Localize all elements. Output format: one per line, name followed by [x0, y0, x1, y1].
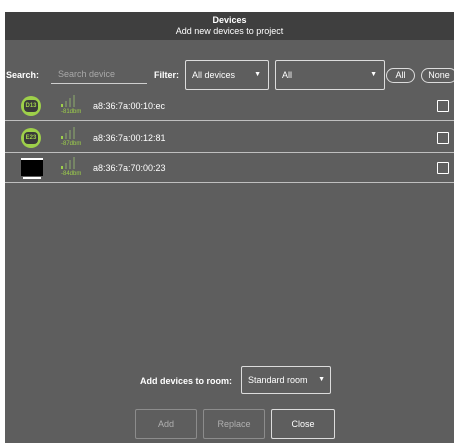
signal-bar [73, 157, 75, 169]
dialog-header: Devices Add new devices to project [5, 12, 454, 40]
dialog-subtitle: Add new devices to project [175, 26, 284, 36]
signal-bar [65, 163, 67, 169]
signal-bar [69, 160, 71, 169]
secondary-filter-select[interactable]: All ▼ [275, 60, 385, 90]
device-mac-address: a8:36:7a:70:00:23 [93, 163, 166, 173]
filter-label: Filter: [154, 70, 180, 80]
device-checkbox[interactable] [437, 162, 449, 174]
device-row[interactable]: E23 -87dbm a8:36:7a:00:12:81 [5, 122, 454, 153]
signal-strength-icon [61, 95, 81, 107]
add-button[interactable]: Add [135, 409, 197, 439]
signal-dbm: -87dbm [61, 141, 82, 147]
signal-bar [61, 136, 63, 139]
search-input[interactable] [51, 64, 147, 84]
signal-bar [73, 95, 75, 107]
tv-icon [21, 158, 43, 179]
signal-bar [61, 166, 63, 169]
d13-device-icon: D13 [21, 96, 41, 116]
secondary-filter-select-value: All [282, 70, 293, 80]
filter-bar: Search: Filter: All devices ▼ All ▼ All … [5, 60, 454, 90]
device-icon-label: E23 [24, 132, 38, 144]
room-select-value: Standard room [248, 375, 308, 385]
chevron-down-icon: ▼ [254, 71, 261, 78]
device-row[interactable]: -84dbm a8:36:7a:70:00:23 [5, 152, 454, 183]
signal-bar [65, 101, 67, 107]
signal-strength-icon [61, 157, 81, 169]
close-button[interactable]: Close [271, 409, 335, 439]
signal-strength-icon [61, 127, 81, 139]
device-mac-address: a8:36:7a:00:10:ec [93, 101, 166, 111]
device-checkbox[interactable] [437, 100, 449, 112]
device-type-select[interactable]: All devices ▼ [185, 60, 269, 90]
device-icon-label: D13 [24, 100, 38, 112]
device-mac-address: a8:36:7a:00:12:81 [93, 133, 166, 143]
replace-button[interactable]: Replace [203, 409, 265, 439]
signal-bar [61, 104, 63, 107]
chevron-down-icon: ▼ [370, 71, 377, 78]
chevron-down-icon: ▼ [318, 376, 325, 383]
select-none-button[interactable]: None [421, 68, 454, 83]
dialog-title: Devices [212, 15, 247, 25]
signal-bar [69, 98, 71, 107]
room-label: Add devices to room: [140, 376, 233, 386]
signal-dbm: -81dbm [61, 109, 82, 115]
e23-device-icon: E23 [21, 128, 41, 148]
signal-bar [73, 127, 75, 139]
device-checkbox[interactable] [437, 132, 449, 144]
device-row[interactable]: D13 -81dbm a8:36:7a:00:10:ec [5, 90, 454, 121]
select-all-button[interactable]: All [386, 68, 415, 83]
signal-bar [69, 130, 71, 139]
search-label: Search: [6, 70, 40, 80]
device-type-select-value: All devices [192, 70, 236, 80]
signal-dbm: -84dbm [61, 171, 82, 177]
room-select[interactable]: Standard room ▼ [241, 366, 331, 394]
signal-bar [65, 133, 67, 139]
tv-stand [23, 177, 41, 179]
devices-dialog: Devices Add new devices to project Searc… [5, 12, 454, 443]
